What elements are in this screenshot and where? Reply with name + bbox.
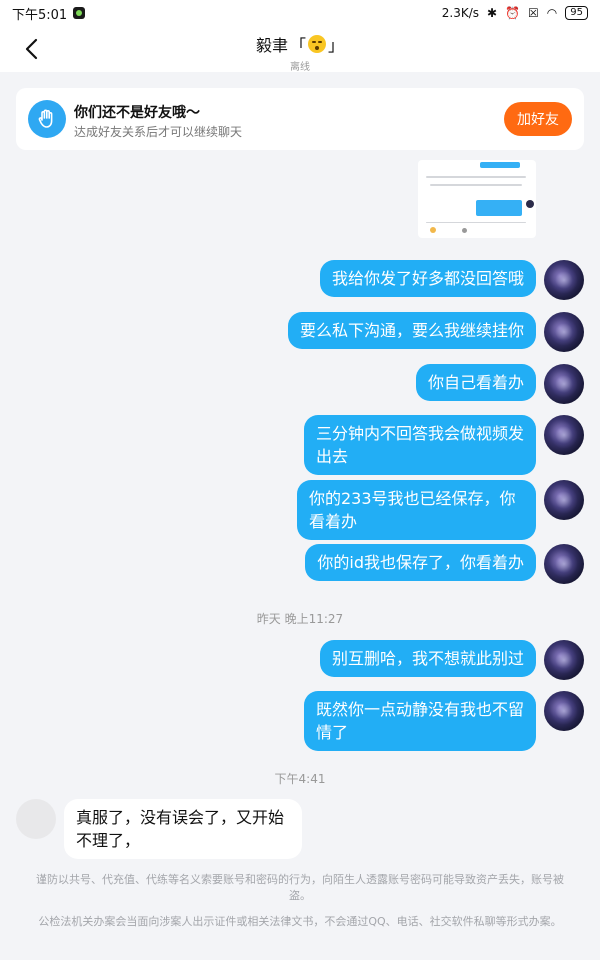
legal-notice: 公检法机关办案会当面向涉案人出示证件或相关法律文书，不会通过QQ、电话、社交软件…: [38, 915, 562, 928]
safety-notice: 谨防以共号、代充值、代练等名义索要账号和密码的行为，向陌生人透露账号密码可能导致…: [36, 873, 564, 902]
message-out-1[interactable]: 我给你发了好多都没回答哦: [319, 260, 536, 297]
time-separator: 昨天 晚上11:27: [256, 612, 344, 626]
status-time: 下午5:01: [12, 7, 68, 23]
no-sim-icon: ☒: [528, 6, 539, 20]
message-text: 要么私下沟通，要么我继续挂你: [287, 312, 536, 349]
bluetooth-icon: ✱: [487, 6, 498, 20]
alarm-icon: ⏰: [505, 6, 521, 20]
chat-title-block[interactable]: 毅聿 「 」 离线: [0, 32, 600, 73]
wifi-icon: ◠: [546, 6, 558, 20]
message-out-6[interactable]: 你的id我也保存了，你看着办: [305, 544, 536, 581]
my-avatar[interactable]: [544, 415, 584, 455]
contact-avatar[interactable]: [16, 799, 56, 839]
kissing-emoji-icon: [308, 35, 326, 53]
chat-header: 毅聿 「 」 离线: [0, 26, 600, 73]
banner-subtitle: 达成好友关系后才可以继续聊天: [74, 125, 243, 139]
add-friend-button[interactable]: 加好友: [504, 102, 572, 136]
message-text: 既然你一点动静没有我也不留情了: [304, 691, 536, 751]
message-text: 真服了，没有误会了，又开始不理了，: [64, 799, 302, 859]
wechat-notification-icon: [73, 7, 86, 19]
image-message-thumbnail[interactable]: [418, 160, 536, 238]
chat-title: 毅聿 「 」: [256, 32, 344, 56]
message-out-3[interactable]: 你自己看着办: [415, 364, 536, 401]
my-avatar[interactable]: [544, 260, 584, 300]
message-text: 你的id我也保存了，你看着办: [305, 544, 536, 581]
message-out-2[interactable]: 要么私下沟通，要么我继续挂你: [287, 312, 536, 349]
hand-wave-icon: [28, 100, 66, 138]
title-bracket-close: 」: [328, 36, 345, 55]
my-avatar[interactable]: [544, 364, 584, 404]
net-speed: 2.3K/s: [441, 6, 479, 20]
not-friends-banner: 你们还不是好友哦～ 达成好友关系后才可以继续聊天 加好友: [16, 88, 584, 150]
message-out-4[interactable]: 三分钟内不回答我会做视频发出去: [304, 415, 536, 475]
message-text: 你的233号我也已经保存，你看着办: [297, 480, 536, 540]
my-avatar[interactable]: [544, 640, 584, 680]
message-in-1[interactable]: 真服了，没有误会了，又开始不理了，: [64, 799, 302, 859]
online-status: 离线: [290, 62, 310, 73]
contact-name: 毅聿: [255, 36, 288, 55]
title-bracket-open: 「: [289, 36, 306, 55]
my-avatar[interactable]: [544, 480, 584, 520]
my-avatar[interactable]: [544, 544, 584, 584]
message-out-5[interactable]: 你的233号我也已经保存，你看着办: [297, 480, 536, 540]
banner-title: 你们还不是好友哦～: [74, 105, 200, 121]
my-avatar[interactable]: [544, 691, 584, 731]
time-separator: 下午4:41: [274, 772, 326, 786]
message-text: 我给你发了好多都没回答哦: [319, 260, 536, 297]
message-out-7[interactable]: 别互删哈，我不想就此别过: [319, 640, 536, 677]
message-out-8[interactable]: 既然你一点动静没有我也不留情了: [304, 691, 536, 751]
battery-icon: 95: [565, 6, 588, 20]
message-text: 你自己看着办: [415, 364, 536, 401]
message-text: 三分钟内不回答我会做视频发出去: [304, 415, 536, 475]
message-text: 别互删哈，我不想就此别过: [319, 640, 536, 677]
my-avatar[interactable]: [544, 312, 584, 352]
status-bar: 下午5:01 2.3K/s ✱ ⏰ ☒ ◠ 95: [0, 0, 600, 26]
